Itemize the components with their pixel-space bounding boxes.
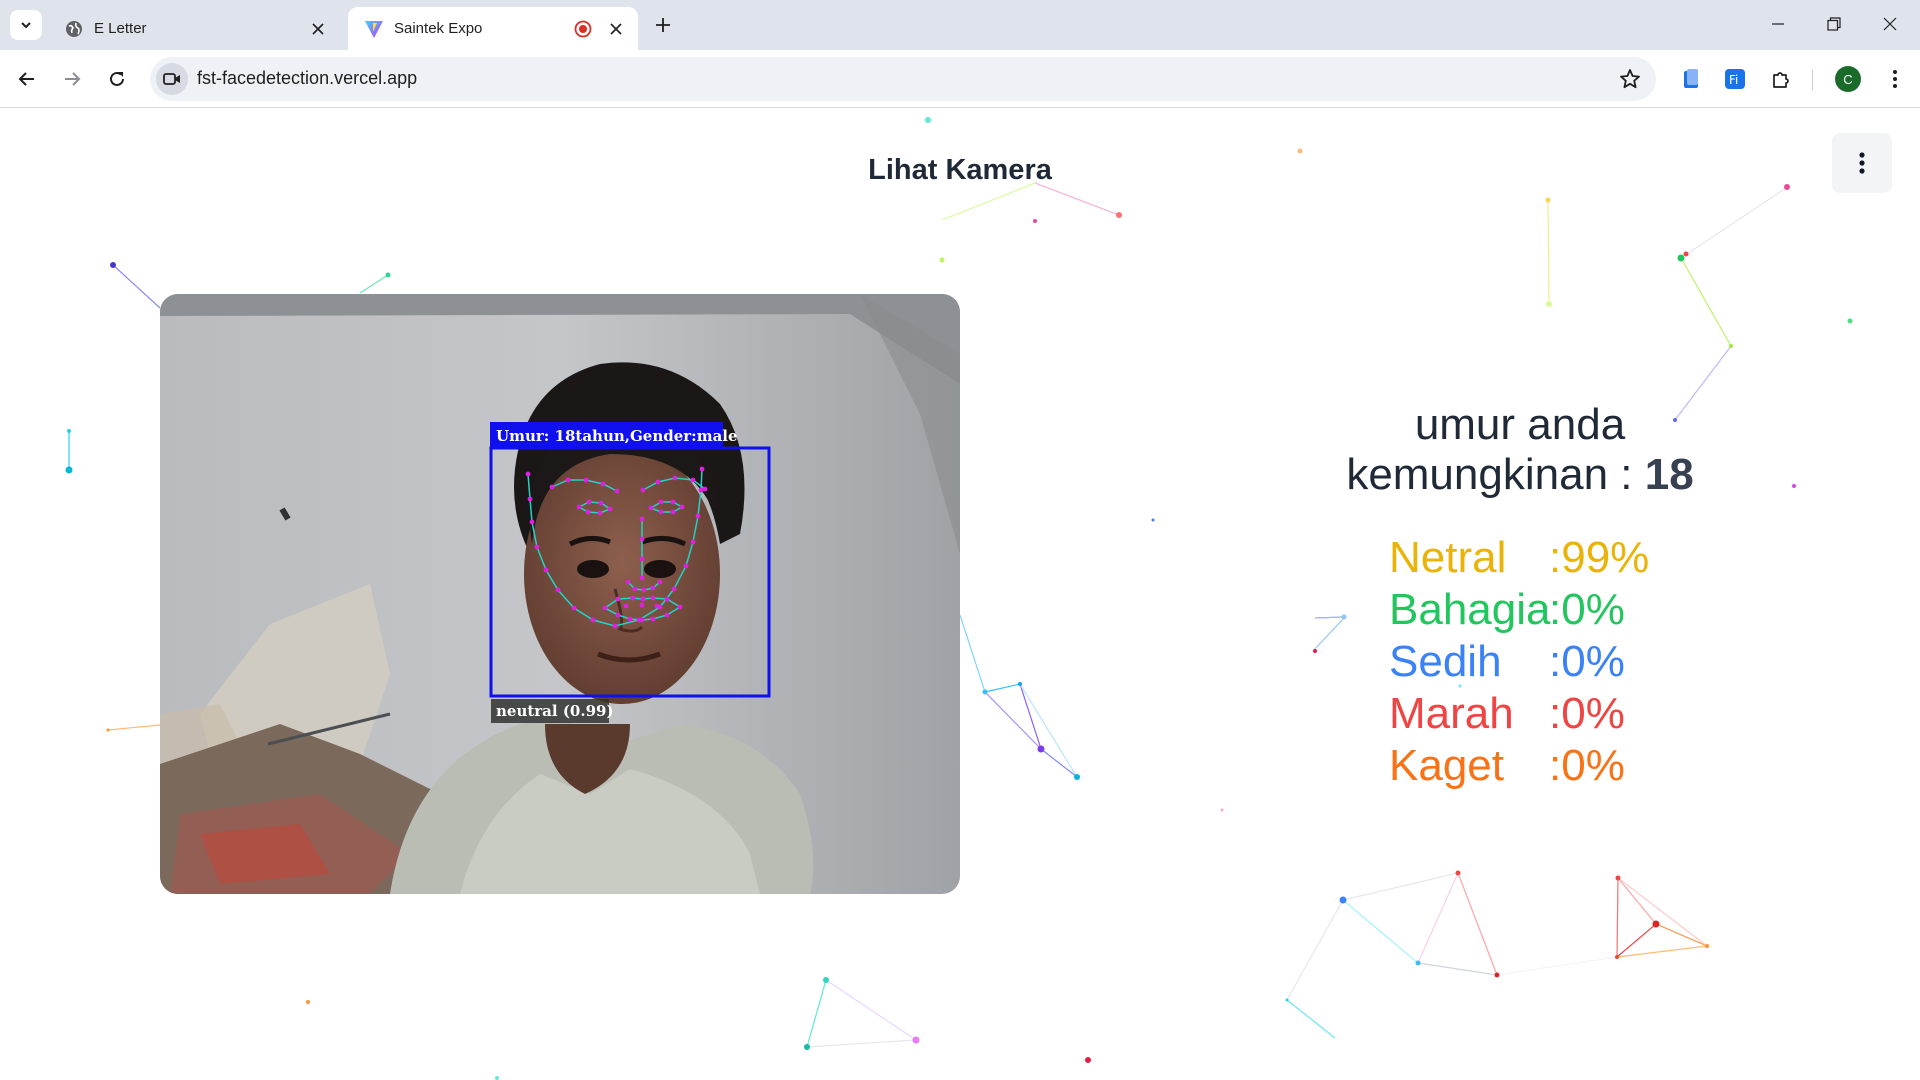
emotion-name: Kaget [1389,741,1504,790]
emotion-row-netral: Netral :99% [1389,532,1649,584]
expression-label: neutral (0.99) [496,702,614,720]
reload-icon [110,71,124,86]
emotion-value: :0% [1549,585,1625,634]
address-bar[interactable]: fst-facedetection.vercel.app [150,57,1656,101]
bookmark-star-icon[interactable] [1618,67,1642,91]
recording-icon [574,20,592,38]
emotion-name: Bahagia [1389,585,1551,634]
camera-scene [160,294,960,894]
emotion-value: :99% [1549,533,1650,582]
minimize-icon [1772,23,1784,25]
emotion-value: :0% [1549,741,1625,790]
emotion-value: :0% [1549,637,1625,686]
chevron-down-icon [21,22,31,29]
forward-button[interactable] [55,62,89,96]
page-title: Lihat Kamera [868,154,1052,186]
globe-icon [64,19,84,39]
emotion-name: Sedih [1389,637,1502,686]
back-button[interactable] [10,62,44,96]
restore-button[interactable] [1806,0,1862,48]
tab-strip: E Letter Saintek Expo [0,0,1920,50]
close-icon [1883,17,1897,31]
detection-label: Umur: 18tahun,Gender:male [496,427,738,445]
extensions-puzzle-icon[interactable] [1766,64,1796,94]
vite-logo-icon [364,19,384,39]
emotion-row-bahagia: Bahagia :0% [1389,584,1649,636]
restore-icon [1827,17,1841,31]
reload-button[interactable] [100,62,134,96]
close-tab-icon[interactable] [308,19,328,39]
emotion-row-marah: Marah :0% [1389,688,1649,740]
arrow-left-icon [18,72,34,86]
tab-title: E Letter [94,20,147,37]
tab-e-letter[interactable]: E Letter [48,7,340,50]
plus-icon [656,18,670,32]
extension-reader-icon[interactable] [1676,64,1706,94]
url-text: fst-facedetection.vercel.app [197,68,418,88]
camera-feed: Umur: 18tahun,Gender:male neutral (0.99) [160,294,960,894]
new-tab-button[interactable] [650,12,676,38]
close-window-button[interactable] [1862,0,1918,48]
toolbar-separator [1812,70,1813,90]
tab-saintek-expo[interactable]: Saintek Expo [348,7,638,50]
camera-in-use-icon[interactable] [156,63,188,95]
page-content: Lihat Kamera Umur: 18tahun,Gender:male n… [0,108,1920,1080]
age-label-prefix: kemungkinan : [1346,450,1633,499]
age-value: 18 [1644,450,1694,499]
emotion-row-sedih: Sedih :0% [1389,636,1649,688]
emotion-name: Netral [1389,533,1507,582]
kebab-menu-icon [1859,152,1865,174]
svg-text:Fi: Fi [1729,73,1738,87]
extension-translate-icon[interactable]: Fi [1720,64,1750,94]
tab-title: Saintek Expo [394,20,483,37]
age-estimate: umur anda kemungkinan : 18 [1290,400,1750,500]
profile-avatar[interactable]: C [1835,66,1861,92]
minimize-button[interactable] [1750,0,1806,48]
browser-toolbar: fst-facedetection.vercel.app Fi C [0,50,1920,108]
arrow-right-icon [65,72,81,86]
emotion-row-kaget: Kaget :0% [1389,740,1649,792]
options-menu-button[interactable] [1832,133,1892,193]
close-tab-icon[interactable] [606,19,626,39]
age-label-line2: kemungkinan : 18 [1290,450,1750,500]
tab-search-button[interactable] [10,10,42,40]
emotion-list: Netral :99% Bahagia :0% Sedih :0% Marah … [1389,532,1649,792]
browser-menu-icon[interactable] [1880,64,1910,94]
emotion-name: Marah [1389,689,1514,738]
age-label-line1: umur anda [1414,400,1626,449]
emotion-value: :0% [1549,689,1625,738]
